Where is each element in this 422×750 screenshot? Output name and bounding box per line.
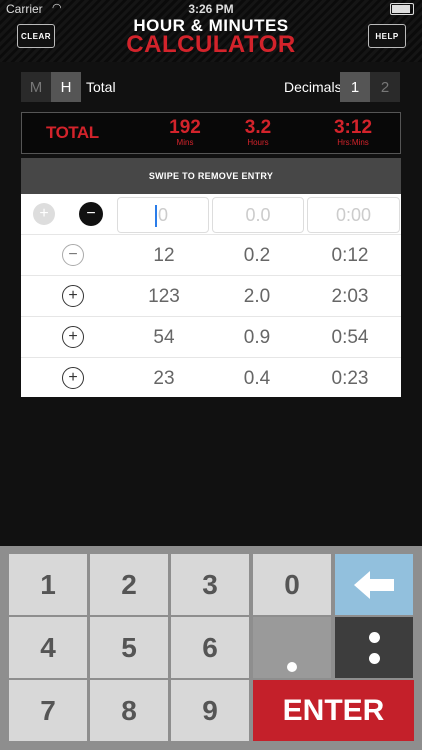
entry-hours: 0.9 [243, 327, 271, 348]
entry-hours: 0.4 [243, 368, 271, 389]
mins-input-placeholder: 0 [157, 204, 168, 225]
swipe-hint: SWIPE TO REMOVE ENTRY [21, 158, 401, 194]
entry-hrsmins: 0:23 [331, 368, 369, 389]
totals-bar: TOTAL 192 Mins 3.2 Hours 3:12 Hrs:Mins [21, 112, 401, 154]
app-title-line2: CALCULATOR [126, 31, 296, 58]
total-hrsmins: 3:12 Hrs:Mins [318, 118, 388, 148]
total-hours-unit: Hours [247, 138, 269, 147]
mode-hours-button[interactable]: H [51, 72, 81, 102]
key-8[interactable]: 8 [90, 680, 168, 741]
text-cursor [155, 205, 157, 227]
key-4[interactable]: 4 [9, 617, 87, 678]
list-item[interactable]: + 23 0.4 0:23 [21, 357, 401, 399]
plus-icon[interactable]: + [62, 367, 84, 389]
entry-mins: 12 [153, 245, 175, 266]
total-mins: 192 Mins [150, 118, 220, 148]
subtract-sign-button[interactable]: − [79, 202, 103, 226]
key-7[interactable]: 7 [9, 680, 87, 741]
entry-hrsmins: 2:03 [331, 286, 369, 307]
hrsmins-input-placeholder: 0:00 [335, 204, 372, 225]
hrsmins-input[interactable]: 0:00 [307, 197, 400, 233]
mode-minutes-button[interactable]: M [21, 72, 51, 102]
decimals-1-button[interactable]: 1 [340, 72, 370, 102]
total-hours: 3.2 Hours [223, 118, 293, 148]
key-2[interactable]: 2 [90, 554, 168, 615]
plus-icon[interactable]: + [62, 285, 84, 307]
entry-mins: 123 [148, 286, 180, 307]
hours-input-placeholder: 0.0 [245, 204, 271, 225]
key-6[interactable]: 6 [171, 617, 249, 678]
total-hours-value: 3.2 [244, 117, 272, 138]
key-0[interactable]: 0 [253, 554, 331, 615]
decimal-point-icon [287, 662, 297, 672]
hours-input[interactable]: 0.0 [212, 197, 304, 233]
key-5[interactable]: 5 [90, 617, 168, 678]
mode-label: Total [86, 79, 116, 95]
entry-mins: 54 [153, 327, 175, 348]
decimals-2-button[interactable]: 2 [370, 72, 400, 102]
list-item[interactable]: + 123 2.0 2:03 [21, 275, 401, 317]
app-header: Carrier ◠ 3:26 PM CLEAR HOUR & MINUTES C… [0, 0, 422, 62]
list-item[interactable]: + 54 0.9 0:54 [21, 316, 401, 358]
clock: 3:26 PM [188, 2, 234, 16]
total-hrsmins-value: 3:12 [333, 117, 373, 138]
total-hrsmins-unit: Hrs:Mins [337, 138, 369, 147]
entry-hrsmins: 0:12 [331, 245, 369, 266]
list-item[interactable]: − 12 0.2 0:12 [21, 234, 401, 276]
key-3[interactable]: 3 [171, 554, 249, 615]
total-mins-value: 192 [169, 117, 201, 138]
total-mins-unit: Mins [176, 138, 194, 147]
keypad: 1 2 3 0 4 5 6 7 8 9 ENTER [0, 546, 422, 750]
input-row: + − 0 0.0 0:00 [21, 194, 401, 234]
totals-label: TOTAL [46, 123, 99, 142]
decimal-point-button[interactable] [253, 617, 331, 678]
key-1[interactable]: 1 [9, 554, 87, 615]
mins-input[interactable]: 0 [117, 197, 209, 233]
entry-hrsmins: 0:54 [331, 327, 369, 348]
backspace-arrow-icon [354, 570, 394, 599]
enter-button[interactable]: ENTER [253, 680, 414, 741]
key-9[interactable]: 9 [171, 680, 249, 741]
decimals-label: Decimals [284, 79, 342, 95]
help-button[interactable]: HELP [368, 24, 406, 48]
decimals-selector: 1 2 [340, 72, 400, 102]
entry-list: + − 0 0.0 0:00 − 12 0.2 0:12 + 123 2.0 2… [21, 194, 401, 397]
battery-icon [390, 3, 414, 15]
plus-icon[interactable]: + [62, 326, 84, 348]
entry-hours: 2.0 [243, 286, 271, 307]
colon-icon [368, 631, 380, 664]
mode-selector: M H [21, 72, 81, 102]
add-sign-button[interactable]: + [33, 203, 55, 225]
backspace-button[interactable] [335, 554, 413, 615]
entry-mins: 23 [153, 368, 175, 389]
minus-icon[interactable]: − [62, 244, 84, 266]
colon-button[interactable] [335, 617, 413, 678]
entry-hours: 0.2 [243, 245, 271, 266]
